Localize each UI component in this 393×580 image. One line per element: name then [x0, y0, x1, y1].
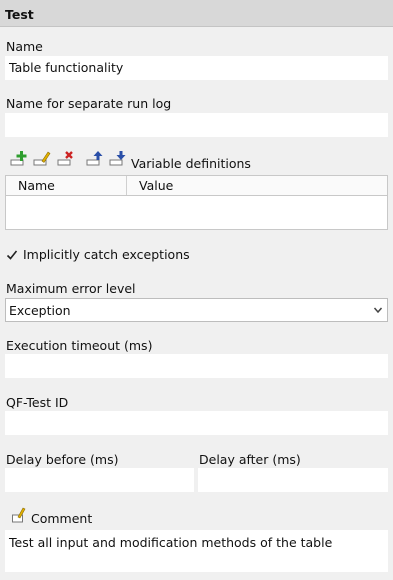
add-variable-button[interactable]: [10, 149, 28, 167]
move-up-icon: [86, 151, 103, 166]
separate-run-log-label: Name for separate run log: [6, 96, 172, 111]
name-label: Name: [6, 39, 43, 54]
max-error-level-value: Exception: [9, 302, 71, 318]
checkmark-icon: [6, 250, 18, 260]
table-header: Name Value: [6, 176, 387, 196]
catch-exceptions-checkbox[interactable]: [6, 249, 18, 261]
section-title: Test: [5, 7, 34, 22]
delay-after-field[interactable]: [198, 468, 388, 492]
delete-variable-button[interactable]: [57, 149, 75, 167]
move-down-icon: [109, 151, 126, 166]
execution-timeout-label: Execution timeout (ms): [6, 338, 153, 353]
comment-label: Comment: [31, 511, 93, 526]
variable-definitions-label: Variable definitions: [131, 156, 251, 171]
edit-icon: [33, 151, 51, 166]
delete-icon: [57, 151, 73, 166]
catch-exceptions-row[interactable]: Implicitly catch exceptions: [6, 247, 190, 262]
edit-icon: [12, 507, 26, 523]
max-error-level-label: Maximum error level: [6, 281, 136, 296]
move-down-button[interactable]: [109, 149, 127, 167]
move-up-button[interactable]: [86, 149, 104, 167]
column-header-name[interactable]: Name: [6, 176, 127, 195]
add-icon: [10, 151, 27, 166]
qftest-id-field[interactable]: [5, 411, 388, 435]
comment-field[interactable]: Test all input and modification methods …: [5, 530, 388, 572]
execution-timeout-field[interactable]: [5, 354, 388, 378]
separate-run-log-field[interactable]: [5, 113, 388, 137]
max-error-level-select[interactable]: Exception: [5, 298, 388, 322]
delay-before-field[interactable]: [5, 468, 194, 492]
comment-edit-button[interactable]: [12, 507, 26, 526]
column-header-value[interactable]: Value: [127, 176, 387, 195]
delay-before-label: Delay before (ms): [6, 452, 119, 467]
edit-variable-button[interactable]: [33, 149, 51, 167]
qftest-id-label: QF-Test ID: [6, 395, 69, 410]
section-header: Test: [0, 0, 393, 27]
variables-table[interactable]: Name Value: [5, 175, 388, 230]
name-field[interactable]: Table functionality: [5, 56, 388, 80]
catch-exceptions-label: Implicitly catch exceptions: [23, 247, 190, 262]
delay-after-label: Delay after (ms): [199, 452, 301, 467]
chevron-down-icon: [373, 304, 383, 319]
